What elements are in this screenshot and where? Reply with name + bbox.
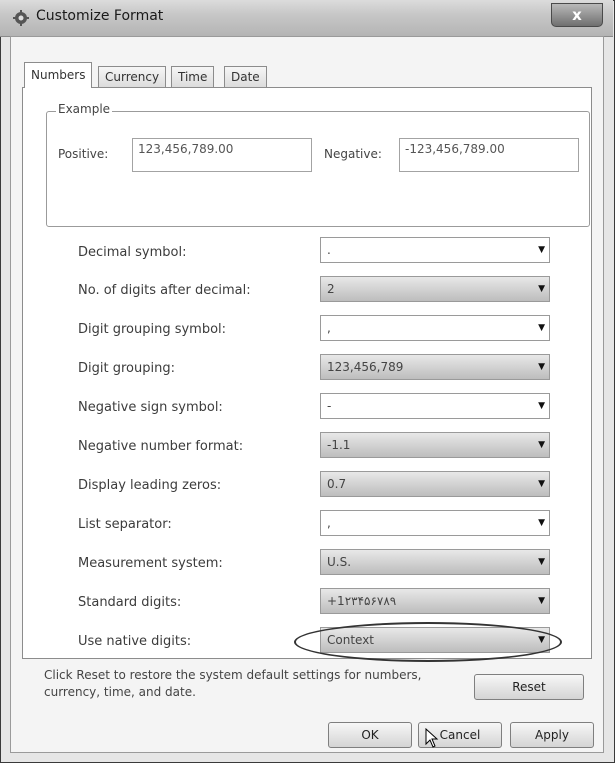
measurement-system-label: Measurement system:	[78, 556, 223, 571]
decimal-symbol-label: Decimal symbol:	[78, 245, 187, 260]
negative-label: Negative:	[324, 147, 382, 161]
chevron-down-icon: ▼	[538, 635, 545, 645]
dropdown-value: ,	[327, 516, 331, 530]
close-icon: x	[572, 6, 582, 24]
example-group-label: Example	[56, 102, 113, 116]
use-native-digits-dropdown[interactable]: Context ▼	[320, 627, 550, 653]
chevron-down-icon: ▼	[538, 596, 545, 606]
chevron-down-icon: ▼	[538, 245, 545, 255]
negative-number-format-label: Negative number format:	[78, 439, 244, 454]
positive-example-value: 123,456,789.00	[132, 138, 312, 172]
dropdown-value: ,	[327, 321, 331, 335]
digit-grouping-label: Digit grouping:	[78, 361, 175, 376]
dropdown-value: -	[327, 399, 332, 413]
dropdown-value: +1۲۳۴۵۶۷۸۹	[327, 594, 397, 608]
reset-button[interactable]: Reset	[474, 674, 584, 700]
dropdown-value: -1.1	[327, 438, 351, 452]
negative-example-value: -123,456,789.00	[399, 138, 579, 172]
standard-digits-dropdown[interactable]: +1۲۳۴۵۶۷۸۹ ▼	[320, 588, 550, 614]
title-bar[interactable]: Customize Format x	[0, 0, 613, 37]
use-native-digits-label: Use native digits:	[78, 634, 192, 649]
display-leading-zeros-dropdown[interactable]: 0.7 ▼	[320, 471, 550, 497]
reset-instructions: Click Reset to restore the system defaul…	[44, 668, 422, 699]
chevron-down-icon: ▼	[538, 401, 545, 411]
chevron-down-icon: ▼	[538, 362, 545, 372]
tab-numbers[interactable]: Numbers	[24, 62, 93, 88]
dropdown-value: 0.7	[327, 477, 347, 491]
ok-button[interactable]: OK	[328, 722, 412, 748]
tab-date[interactable]: Date	[224, 66, 267, 87]
chevron-down-icon: ▼	[538, 557, 545, 567]
dropdown-value: 123,456,789	[327, 360, 404, 374]
dropdown-value: Context	[327, 633, 375, 647]
window-title: Customize Format	[36, 8, 164, 24]
negative-sign-symbol-dropdown[interactable]: - ▼	[320, 393, 550, 419]
apply-button[interactable]: Apply	[510, 722, 594, 748]
digit-grouping-symbol-dropdown[interactable]: , ▼	[320, 315, 550, 341]
digits-after-decimal-label: No. of digits after decimal:	[78, 283, 251, 298]
measurement-system-dropdown[interactable]: U.S. ▼	[320, 549, 550, 575]
dropdown-value: 2	[327, 282, 335, 296]
digits-after-decimal-dropdown[interactable]: 2 ▼	[320, 276, 550, 302]
close-button[interactable]: x	[551, 3, 603, 27]
negative-number-format-dropdown[interactable]: -1.1 ▼	[320, 432, 550, 458]
chevron-down-icon: ▼	[538, 479, 545, 489]
chevron-down-icon: ▼	[538, 440, 545, 450]
decimal-symbol-dropdown[interactable]: . ▼	[320, 237, 550, 263]
digit-grouping-symbol-label: Digit grouping symbol:	[78, 322, 227, 337]
standard-digits-label: Standard digits:	[78, 595, 182, 610]
dropdown-value: U.S.	[327, 555, 352, 569]
list-separator-dropdown[interactable]: , ▼	[320, 510, 550, 536]
digit-grouping-dropdown[interactable]: 123,456,789 ▼	[320, 354, 550, 380]
mouse-pointer-icon	[425, 728, 439, 748]
list-separator-label: List separator:	[78, 517, 172, 532]
positive-label: Positive:	[58, 147, 109, 161]
chevron-down-icon: ▼	[538, 323, 545, 333]
settings-app-icon	[13, 10, 29, 26]
chevron-down-icon: ▼	[538, 284, 545, 294]
display-leading-zeros-label: Display leading zeros:	[78, 478, 222, 493]
dropdown-value: .	[327, 243, 331, 257]
negative-sign-symbol-label: Negative sign symbol:	[78, 400, 223, 415]
tab-time[interactable]: Time	[171, 66, 215, 87]
chevron-down-icon: ▼	[538, 518, 545, 528]
tab-currency[interactable]: Currency	[98, 66, 167, 87]
